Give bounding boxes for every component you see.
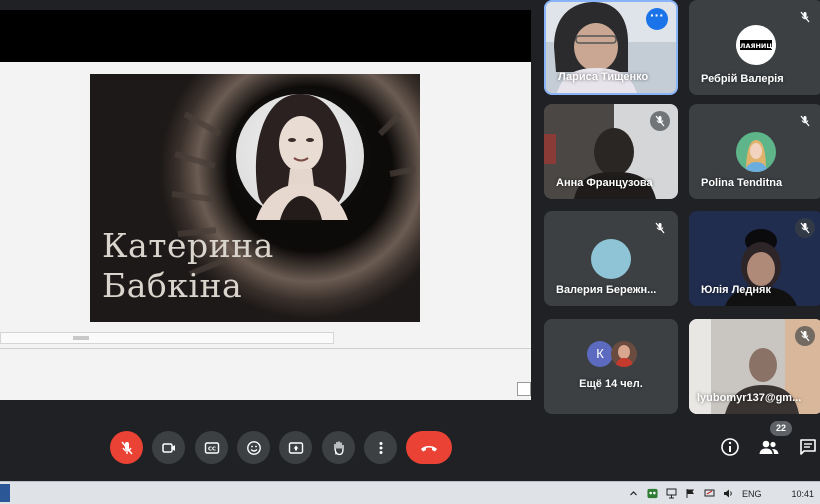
slide-image: Катерина Бабкіна: [90, 74, 420, 322]
camera-toggle-button[interactable]: [152, 431, 185, 464]
captions-icon: CC: [204, 441, 219, 454]
leave-call-button[interactable]: [406, 431, 452, 464]
raise-hand-button[interactable]: [322, 431, 355, 464]
presentation-top-bar: [0, 10, 531, 62]
hand-icon: [333, 440, 344, 455]
chevron-up-icon[interactable]: [628, 488, 639, 499]
mic-off-icon: [120, 441, 133, 454]
more-participants-label: Ещё 14 чел.: [579, 378, 643, 390]
present-icon: [288, 441, 303, 454]
mic-off-icon: [795, 7, 815, 27]
participant-name: Валерия Бережн...: [556, 284, 657, 296]
more-vertical-icon: [379, 441, 382, 454]
mic-off-icon: [650, 111, 670, 131]
participant-name: Polina Tenditna: [701, 177, 783, 189]
captions-button[interactable]: CC: [195, 431, 228, 464]
flag-icon[interactable]: [685, 488, 696, 499]
hang-up-icon: [421, 445, 437, 451]
mic-off-icon: [795, 326, 815, 346]
mic-off-icon: [795, 218, 815, 238]
meet-window: Катерина Бабкіна ··· Лариса Тищенко ПЛАЯ…: [0, 0, 820, 504]
participant-name: lyubomyr137@gm...: [697, 392, 802, 404]
chat-button[interactable]: [795, 434, 820, 460]
avatar: [611, 341, 637, 367]
slide-name-text: Катерина Бабкіна: [102, 226, 274, 305]
volume-icon[interactable]: [723, 488, 734, 499]
app-tray-icon[interactable]: [647, 488, 658, 499]
chat-icon: [800, 439, 816, 455]
more-participants-tile[interactable]: К Ещё 14 чел.: [544, 319, 678, 414]
avatar: К: [587, 341, 613, 367]
avatar: [591, 239, 631, 279]
mic-off-icon: [650, 218, 670, 238]
participants-button[interactable]: [756, 434, 782, 460]
emoji-icon: [246, 440, 261, 455]
participant-name: Лариса Тищенко: [558, 71, 649, 83]
network-icon[interactable]: [666, 488, 677, 499]
participant-tile[interactable]: Polina Tenditna: [689, 104, 820, 199]
participant-tile[interactable]: Анна Французова: [544, 104, 678, 199]
system-tray: ENG 10:41: [628, 482, 814, 504]
os-taskbar: ENG 10:41: [0, 481, 820, 504]
scrollbar-thumb[interactable]: [73, 336, 89, 340]
participant-name: Ребрій Валерія: [701, 73, 784, 85]
participant-tile[interactable]: Валерия Бережн...: [544, 211, 678, 306]
horizontal-scrollbar[interactable]: [0, 332, 334, 344]
clock[interactable]: 10:41: [791, 489, 814, 499]
more-options-icon[interactable]: ···: [646, 8, 668, 30]
participant-name: Анна Французова: [556, 177, 653, 189]
svg-text:CC: CC: [207, 446, 215, 452]
word-app-icon[interactable]: [0, 484, 10, 502]
shared-presentation[interactable]: Катерина Бабкіна: [0, 10, 531, 400]
keyboard-language[interactable]: ENG: [742, 489, 762, 499]
participant-name: Юлія Ледняк: [701, 284, 771, 296]
divider: [0, 348, 531, 349]
people-icon: [759, 440, 779, 454]
participant-tile[interactable]: Юлія Ледняк: [689, 211, 820, 306]
info-icon: [721, 438, 739, 456]
display-icon[interactable]: [704, 488, 715, 499]
camera-icon: [161, 442, 175, 453]
svg-text:ПЛАЯНИЦЯ: ПЛАЯНИЦЯ: [736, 42, 776, 50]
participant-tile[interactable]: ··· Лариса Тищенко: [544, 0, 678, 95]
slide-canvas: Катерина Бабкіна: [0, 62, 531, 400]
expand-icon[interactable]: [517, 382, 531, 396]
avatar: ПЛАЯНИЦЯ: [736, 25, 776, 65]
participant-tile[interactable]: lyubomyr137@gm...: [689, 319, 820, 414]
present-screen-button[interactable]: [279, 431, 312, 464]
logo-icon: ПЛАЯНИЦЯ: [736, 40, 776, 50]
mic-off-icon: [795, 111, 815, 131]
more-options-button[interactable]: [364, 431, 397, 464]
participant-tile[interactable]: ПЛАЯНИЦЯ Ребрій Валерія: [689, 0, 820, 95]
microphone-toggle-button[interactable]: [110, 431, 143, 464]
avatar: [736, 132, 776, 172]
meeting-details-button[interactable]: [717, 434, 743, 460]
reactions-button[interactable]: [237, 431, 270, 464]
